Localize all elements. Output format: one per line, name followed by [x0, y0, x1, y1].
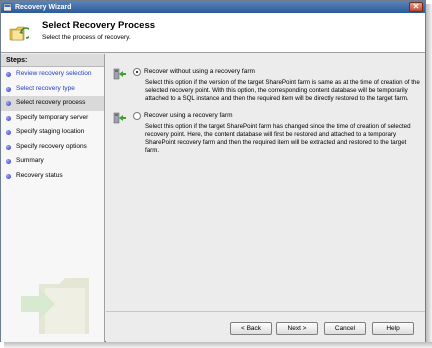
option-description: Select this option if the version of the… [145, 79, 420, 102]
step-bullet-icon [6, 159, 11, 164]
sidebar-item-label: Specify temporary server [16, 113, 89, 121]
page-subtitle: Select the process of recovery. [42, 34, 131, 41]
app-icon [3, 3, 12, 11]
sidebar-item-label: Select recovery type [16, 84, 75, 92]
step-bullet-icon [6, 72, 11, 77]
wizard-footer: < Back Next > Cancel Help [106, 311, 425, 342]
window-shadow-right [426, 4, 432, 346]
step-bullet-icon [6, 144, 11, 150]
sidebar-item-summary: Summary [1, 154, 104, 169]
wizard-header: Select Recovery Process Select the proce… [1, 13, 425, 53]
sidebar-item-label: Review recovery selection [16, 70, 92, 77]
window-shadow-bottom [4, 342, 432, 348]
option-using-recovery-farm: Recover using a recovery farm Select thi… [113, 111, 418, 171]
step-bullet-icon [6, 86, 11, 92]
window-title: Recovery Wizard [15, 3, 72, 11]
sidebar-item-specify-recovery-options: Specify recovery options [1, 140, 104, 155]
recovery-options-panel: Recover without using a recovery farm Se… [106, 54, 425, 310]
steps-heading: Steps: [1, 54, 104, 67]
steps-sidebar: Steps: Review recovery selection Select … [1, 54, 105, 342]
sidebar-item-label: Specify recovery options [16, 142, 87, 150]
help-button[interactable]: Help [372, 322, 414, 335]
option-label[interactable]: Recover using a recovery farm [144, 112, 233, 119]
radio-using-recovery-farm[interactable] [133, 112, 141, 120]
recovery-wizard-window: Recovery Wizard ✕ Select Recovery Proces… [0, 0, 426, 342]
close-icon[interactable]: ✕ [409, 2, 423, 12]
option-label[interactable]: Recover without using a recovery farm [144, 68, 255, 75]
sidebar-item-label: Select recovery process [16, 99, 86, 106]
sidebar-watermark-icon [21, 278, 89, 334]
radio-without-recovery-farm[interactable] [133, 68, 141, 76]
next-button[interactable]: Next > [276, 322, 318, 335]
page-title: Select Recovery Process [42, 20, 156, 31]
server-arrow-icon [113, 112, 126, 124]
sidebar-item-recovery-status: Recovery status [1, 169, 104, 184]
step-bullet-icon [6, 115, 11, 121]
option-description: Select this option if the target SharePo… [145, 123, 411, 154]
sidebar-item-label: Summary [16, 157, 44, 164]
step-bullet-icon [6, 130, 11, 135]
sidebar-item-review-recovery-selection[interactable]: Review recovery selection [1, 67, 104, 82]
recovery-folder-icon [9, 26, 29, 41]
sidebar-item-label: Specify staging location [16, 128, 85, 135]
title-bar[interactable]: Recovery Wizard ✕ [1, 1, 425, 13]
sidebar-item-select-recovery-process: Select recovery process [1, 96, 104, 111]
step-bullet-icon [6, 173, 11, 179]
step-bullet-icon [6, 101, 11, 106]
sidebar-item-specify-temporary-server: Specify temporary server [1, 111, 104, 126]
sidebar-item-specify-staging-location: Specify staging location [1, 125, 104, 140]
back-button[interactable]: < Back [230, 322, 272, 335]
server-arrow-icon [113, 68, 126, 80]
sidebar-item-label: Recovery status [16, 171, 63, 179]
cancel-button[interactable]: Cancel [324, 322, 366, 335]
sidebar-item-select-recovery-type[interactable]: Select recovery type [1, 82, 104, 97]
